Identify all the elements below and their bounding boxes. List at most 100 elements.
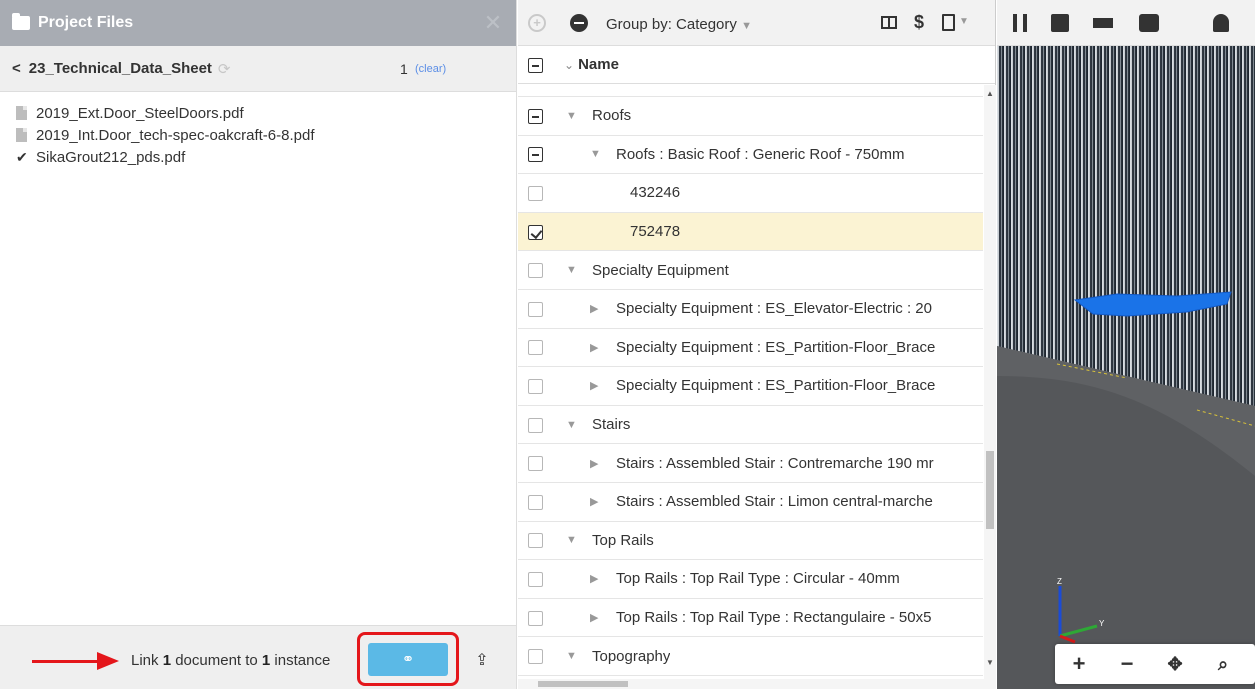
row-label: Top Rails: [592, 531, 654, 549]
column-header: ⌄ Name: [518, 46, 995, 84]
annotation-arrow-head: [97, 652, 119, 670]
row-checkbox[interactable]: [528, 147, 543, 163]
document-icon: [16, 128, 27, 142]
tree-row[interactable]: ▶ Stairs : Assembled Stair : Contremarche…: [518, 444, 983, 483]
zoom-in-icon[interactable]: +: [1067, 652, 1091, 676]
row-checkbox[interactable]: [528, 340, 543, 356]
explode-icon[interactable]: [1051, 14, 1069, 32]
scrollbar-thumb[interactable]: [538, 681, 628, 687]
collapse-all-icon[interactable]: [570, 14, 588, 32]
name-column-header[interactable]: ⌄ Name: [564, 56, 619, 73]
document-icon: [16, 106, 27, 120]
link-button[interactable]: ⚭: [368, 643, 448, 676]
row-checkbox[interactable]: [528, 571, 543, 587]
expand-triangle-icon[interactable]: ▼: [566, 419, 580, 431]
file-item[interactable]: 2019_Int.Door_tech-spec-oakcraft-6-8.pdf: [0, 124, 516, 146]
collapse-triangle-icon[interactable]: ▶: [590, 572, 604, 585]
close-icon[interactable]: ✕: [482, 12, 504, 34]
file-item[interactable]: ✔ SikaGrout212_pds.pdf: [0, 146, 516, 168]
sort-icon: ⌄: [564, 58, 575, 72]
collapse-triangle-icon[interactable]: ▶: [590, 302, 604, 315]
row-label: Topography: [592, 647, 671, 665]
3d-scene[interactable]: Z Y: [997, 46, 1255, 689]
row-checkbox[interactable]: [528, 185, 543, 201]
cost-icon[interactable]: $: [914, 12, 924, 33]
tree-row[interactable]: ▼ Top Rails: [518, 522, 983, 561]
zoom-out-icon[interactable]: −: [1115, 652, 1139, 676]
tree-row[interactable]: ▶ Specialty Equipment : ES_Elevator-Elect…: [518, 290, 983, 329]
expand-triangle-icon[interactable]: ▼: [566, 264, 580, 276]
row-label: Top Rails : Top Rail Type : Rectangulair…: [616, 609, 932, 627]
column-title: Name: [578, 56, 619, 73]
expand-triangle-icon[interactable]: ▼: [566, 110, 580, 122]
tree-row[interactable]: ▼ Specialty Equipment: [518, 251, 983, 290]
scrollbar-thumb[interactable]: [986, 451, 994, 529]
refresh-icon[interactable]: ⟳: [218, 60, 231, 78]
collapse-triangle-icon[interactable]: ▶: [590, 457, 604, 470]
model-viewer[interactable]: Z Y + − ✥ ⌕: [997, 0, 1255, 689]
axis-z-label: Z: [1057, 577, 1062, 586]
row-checkbox[interactable]: [528, 649, 543, 665]
document-icon[interactable]: [942, 14, 955, 31]
scroll-down-icon[interactable]: ▼: [986, 658, 994, 667]
group-by-dropdown[interactable]: Group by: Category ▼: [606, 16, 752, 33]
row-checkbox[interactable]: [528, 378, 543, 394]
upload-icon[interactable]: ⇪: [474, 650, 490, 669]
tree-row[interactable]: ▶ Top Rails : Top Rail Type : Circular - …: [518, 560, 983, 599]
columns-icon[interactable]: [881, 16, 897, 29]
select-all-checkbox[interactable]: [528, 58, 543, 73]
expand-triangle-icon[interactable]: ▼: [590, 148, 604, 160]
expand-triangle-icon[interactable]: ▼: [566, 534, 580, 546]
back-chevron-icon[interactable]: <: [12, 60, 21, 77]
row-checkbox[interactable]: [528, 494, 543, 510]
caret-down-icon[interactable]: ▼: [959, 16, 969, 27]
zoom-fit-icon[interactable]: ⌕: [1211, 652, 1235, 676]
folder-icon: [12, 13, 30, 30]
row-checkbox[interactable]: [528, 263, 543, 279]
collapse-triangle-icon[interactable]: ▶: [590, 379, 604, 392]
collapse-triangle-icon[interactable]: ▶: [590, 341, 604, 354]
file-item[interactable]: 2019_Ext.Door_SteelDoors.pdf: [0, 102, 516, 124]
table-row: [518, 85, 983, 97]
vertical-scrollbar[interactable]: ▲ ▼: [984, 85, 996, 689]
building-facade: [997, 46, 1255, 406]
row-checkbox[interactable]: [528, 533, 543, 549]
project-files-panel: Project Files ✕ < 23_Technical_Data_Shee…: [0, 0, 517, 689]
row-label: Specialty Equipment : ES_Partition-Floor…: [616, 377, 936, 395]
tree-row[interactable]: 432246: [518, 174, 983, 213]
tree-row[interactable]: ▼ Roofs : Basic Roof : Generic Roof - 750…: [518, 136, 983, 175]
pan-icon[interactable]: ✥: [1163, 652, 1187, 676]
collapse-triangle-icon[interactable]: ▶: [590, 495, 604, 508]
tree-row[interactable]: ▶ Specialty Equipment : ES_Partition-Floo…: [518, 367, 983, 406]
scroll-up-icon[interactable]: ▲: [986, 89, 994, 98]
row-checkbox[interactable]: [528, 610, 543, 626]
row-checkbox[interactable]: [528, 224, 543, 240]
file-name: 2019_Ext.Door_SteelDoors.pdf: [36, 104, 244, 122]
tree-row[interactable]: ▼ Roofs: [518, 97, 983, 136]
annotation-highlight-box: ⚭: [357, 632, 459, 686]
row-label: Stairs : Assembled Stair : Contremarche …: [616, 454, 934, 472]
tree-row[interactable]: ▶ Top Rails : Top Rail Type : Rectangulai…: [518, 599, 983, 638]
horizontal-scrollbar[interactable]: [518, 679, 984, 689]
clear-selection-link[interactable]: (clear): [415, 63, 446, 75]
measure-icon[interactable]: [1093, 18, 1113, 28]
section-icon[interactable]: [1013, 14, 1027, 32]
row-label: 432246: [630, 184, 681, 202]
row-checkbox[interactable]: [528, 108, 543, 124]
row-checkbox[interactable]: [528, 417, 543, 433]
annotation-arrow-shaft: [32, 660, 100, 663]
ghost-icon[interactable]: [1213, 14, 1229, 32]
expand-all-icon[interactable]: +: [528, 14, 546, 32]
row-label: Roofs : Basic Roof : Generic Roof - 750m…: [616, 145, 905, 163]
row-checkbox[interactable]: [528, 456, 543, 472]
row-checkbox[interactable]: [528, 301, 543, 317]
tree-row[interactable]: ▶ Specialty Equipment : ES_Partition-Floo…: [518, 329, 983, 368]
link-text-middle: document to: [171, 652, 262, 669]
tree-row-selected[interactable]: 752478: [518, 212, 983, 252]
tree-row[interactable]: ▶ Stairs : Assembled Stair : Limon centra…: [518, 483, 983, 522]
model-box-icon[interactable]: [1139, 14, 1159, 32]
tree-row[interactable]: ▼ Topography: [518, 637, 983, 676]
expand-triangle-icon[interactable]: ▼: [566, 650, 580, 662]
tree-row[interactable]: ▼ Stairs: [518, 406, 983, 445]
collapse-triangle-icon[interactable]: ▶: [590, 611, 604, 624]
